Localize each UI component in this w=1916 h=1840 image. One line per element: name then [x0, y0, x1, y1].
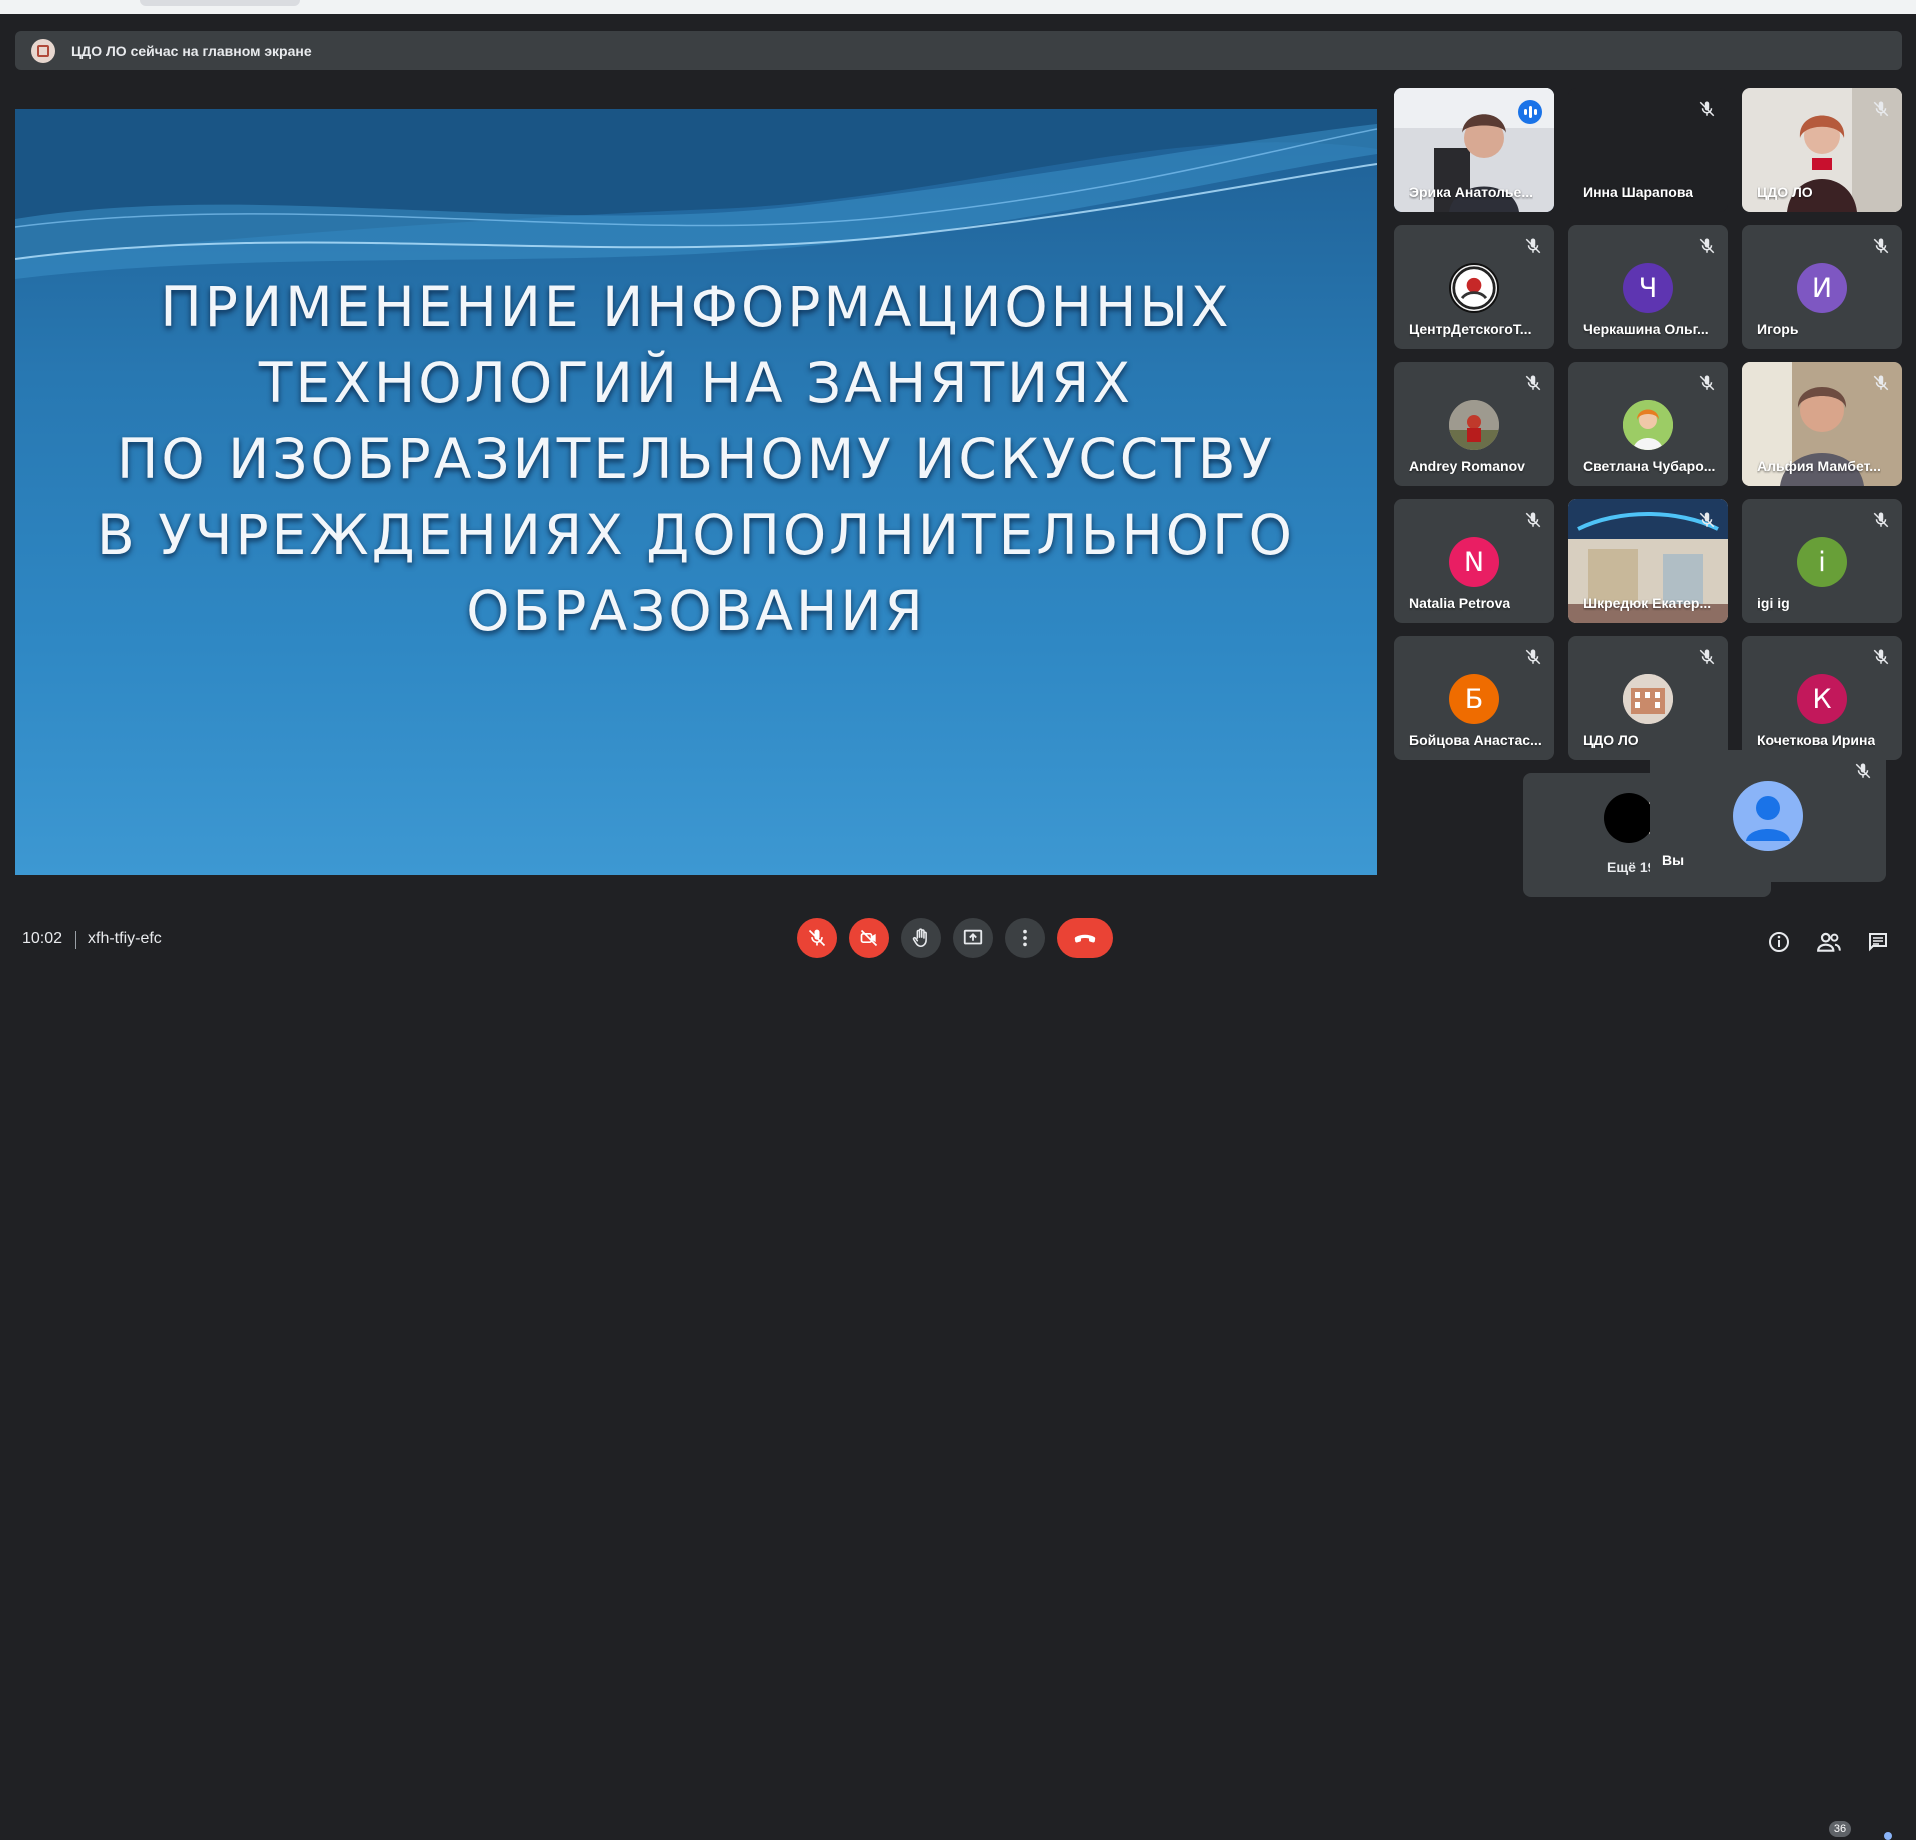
participant-tile[interactable]: И Игорь — [1742, 225, 1902, 349]
speaking-indicator-icon — [1518, 100, 1542, 124]
participant-tile[interactable]: Светлана Чубаро... — [1568, 362, 1728, 486]
participant-tile[interactable]: Альфия Мамбет... — [1742, 362, 1902, 486]
participant-name: Natalia Petrova — [1409, 595, 1511, 611]
participant-name: Эрика Анатолье... — [1409, 184, 1533, 200]
participant-tile[interactable]: ЦДО ЛО — [1742, 88, 1902, 212]
self-view-tile[interactable]: Вы — [1650, 750, 1886, 882]
chat-notification-dot — [1884, 1832, 1892, 1840]
hang-up-icon — [1074, 934, 1096, 943]
slide-title-line: ОБРАЗОВАНИЯ — [466, 579, 926, 643]
participant-name: Альфия Мамбет... — [1757, 458, 1881, 474]
info-icon — [1769, 932, 1789, 952]
divider — [75, 931, 76, 949]
hang-up-button[interactable] — [1057, 918, 1113, 958]
mic-off-icon — [1873, 375, 1889, 391]
mic-off-icon — [808, 929, 826, 947]
slide-title-line: ТЕХНОЛОГИЙ НА ЗАНЯТИЯХ — [258, 351, 1134, 415]
participant-tile[interactable]: Инна Шарапова — [1568, 88, 1728, 212]
participant-tile[interactable]: Шкредюк Екатер... — [1568, 499, 1728, 623]
participant-avatar: И — [1797, 263, 1847, 313]
participant-avatar: Б — [1449, 674, 1499, 724]
slide-title-line: ПРИМЕНЕНИЕ ИНФОРМАЦИОННЫХ — [160, 275, 1232, 339]
participant-name: Кочеткова Ирина — [1757, 732, 1876, 748]
mic-off-icon — [1699, 375, 1715, 391]
browser-top-strip — [0, 0, 1916, 14]
participant-name: Бойцова Анастас... — [1409, 732, 1542, 748]
browser-tab[interactable] — [140, 0, 300, 6]
people-icon — [1817, 932, 1841, 952]
more-options-icon — [1023, 929, 1027, 947]
present-button[interactable] — [953, 918, 993, 958]
raise-hand-button[interactable] — [901, 918, 941, 958]
raise-hand-icon — [912, 928, 927, 948]
participant-name: Инна Шарапова — [1583, 184, 1694, 200]
bottom-bar: 10:02 xfh-tfiy-efc 36 — [0, 910, 1916, 1840]
participant-tile[interactable]: Б Бойцова Анастас... — [1394, 636, 1554, 760]
slide-title: ПРИМЕНЕНИЕ ИНФОРМАЦИОННЫХ ТЕХНОЛОГИЙ НА … — [15, 269, 1377, 649]
banner-text: ЦДО ЛО сейчас на главном экране — [71, 42, 312, 59]
participant-name: Светлана Чубаро... — [1583, 458, 1716, 474]
mic-toggle-button[interactable] — [797, 918, 837, 958]
mic-off-icon — [1699, 512, 1715, 528]
mic-off-icon — [1873, 101, 1889, 117]
presenter-logo-icon — [31, 38, 55, 63]
participant-tile[interactable]: Ч Черкашина Ольг... — [1568, 225, 1728, 349]
participant-name: Шкредюк Екатер... — [1583, 595, 1712, 611]
mic-off-icon — [1525, 375, 1541, 391]
mic-off-icon — [1699, 238, 1715, 254]
participant-avatar — [1449, 400, 1499, 450]
participant-tile[interactable]: i igi ig — [1742, 499, 1902, 623]
mic-off-icon — [1699, 101, 1715, 117]
participant-avatar: Ч — [1623, 263, 1673, 313]
presentation-banner: ЦДО ЛО сейчас на главном экране — [15, 31, 1902, 70]
more-options-button[interactable] — [1005, 918, 1045, 958]
more-participants-label: Ещё 19 — [1607, 859, 1656, 875]
participant-avatar: i — [1797, 537, 1847, 587]
participant-name: ЦДО ЛО — [1757, 184, 1813, 200]
participant-name: ЦентрДетскогоТ... — [1409, 321, 1532, 337]
participant-avatar — [1604, 793, 1654, 843]
camera-toggle-button[interactable] — [849, 918, 889, 958]
participant-avatar: К — [1797, 674, 1847, 724]
meeting-code: xfh-tfiy-efc — [88, 930, 162, 947]
participant-name: Andrey Romanov — [1409, 458, 1525, 474]
people-button[interactable] — [1815, 928, 1843, 956]
participant-name: Черкашина Ольг... — [1583, 321, 1709, 337]
participant-tile[interactable]: ЦДО ЛО — [1568, 636, 1728, 760]
participant-avatar — [1623, 674, 1673, 724]
mic-off-icon — [1873, 512, 1889, 528]
participant-tile[interactable]: Эрика Анатолье... — [1394, 88, 1554, 212]
present-icon — [963, 929, 983, 945]
participant-name: ЦДО ЛО — [1583, 732, 1639, 748]
mic-off-icon — [1525, 238, 1541, 254]
slide-title-line: ПО ИЗОБРАЗИТЕЛЬНОМУ ИСКУССТВУ — [116, 427, 1276, 491]
participant-tile[interactable]: N Natalia Petrova — [1394, 499, 1554, 623]
participant-name: igi ig — [1757, 595, 1790, 611]
participant-tile[interactable]: К Кочеткова Ирина — [1742, 636, 1902, 760]
self-avatar — [1733, 781, 1803, 851]
chat-button[interactable] — [1864, 928, 1892, 956]
participant-name: Игорь — [1757, 321, 1799, 337]
mic-off-icon — [1873, 238, 1889, 254]
self-name: Вы — [1662, 852, 1685, 868]
chat-icon — [1869, 933, 1887, 952]
participants-count-badge: 36 — [1829, 1821, 1851, 1837]
participant-avatar — [1623, 400, 1673, 450]
participant-avatar — [1449, 263, 1499, 313]
mic-off-icon — [1855, 763, 1871, 779]
participant-tile[interactable]: ЦентрДетскогоТ... — [1394, 225, 1554, 349]
camera-off-icon — [860, 929, 878, 947]
mic-off-icon — [1525, 649, 1541, 665]
mic-off-icon — [1525, 512, 1541, 528]
mic-off-icon — [1699, 649, 1715, 665]
participant-avatar: N — [1449, 537, 1499, 587]
participant-tile[interactable]: Andrey Romanov — [1394, 362, 1554, 486]
meeting-info-button[interactable] — [1765, 928, 1793, 956]
shared-screen: ПРИМЕНЕНИЕ ИНФОРМАЦИОННЫХ ТЕХНОЛОГИЙ НА … — [15, 109, 1377, 875]
mic-off-icon — [1873, 649, 1889, 665]
meeting-time: 10:02 — [22, 930, 63, 947]
slide-title-line: В УЧРЕЖДЕНИЯХ ДОПОЛНИТЕЛЬНОГО — [97, 503, 1295, 567]
